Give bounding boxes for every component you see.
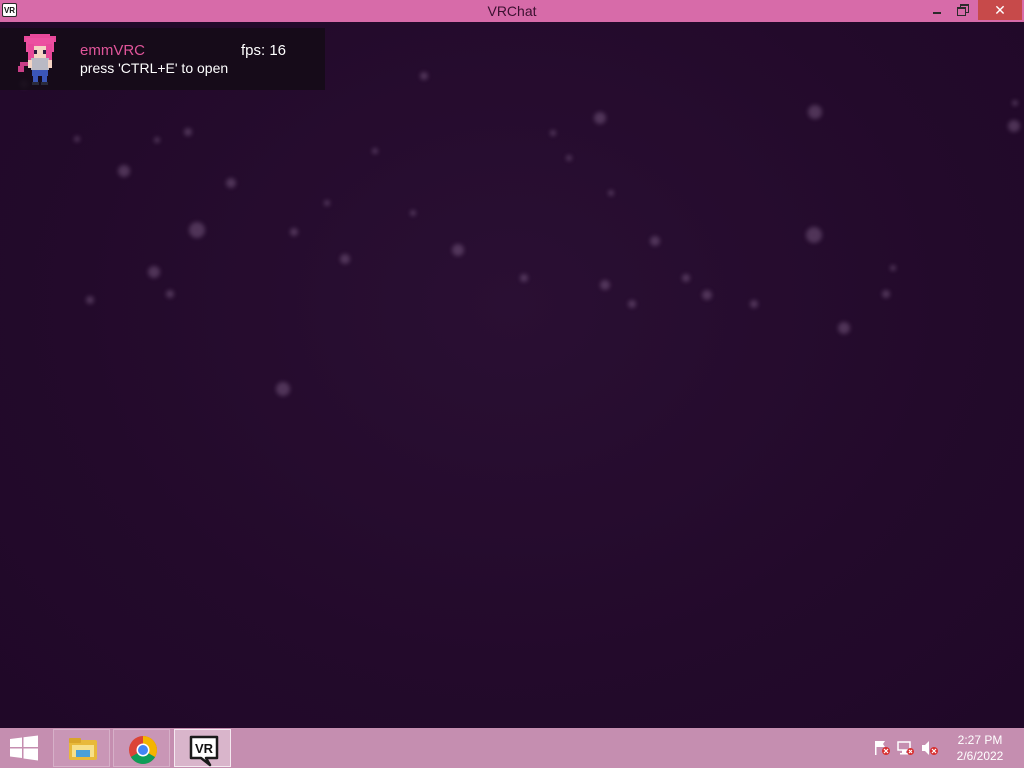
dust-particle bbox=[808, 105, 822, 119]
dust-particle bbox=[750, 300, 758, 308]
vrchat-icon: VR bbox=[189, 735, 219, 767]
dust-particle bbox=[838, 322, 850, 334]
dust-particle bbox=[1008, 120, 1020, 132]
taskbar-file-explorer-button[interactable] bbox=[53, 729, 110, 767]
dust-particle bbox=[1012, 100, 1018, 106]
dust-particle bbox=[324, 200, 330, 206]
taskbar-vrchat-button[interactable]: VR bbox=[174, 729, 231, 767]
dust-particle bbox=[650, 236, 660, 246]
dust-particle bbox=[608, 190, 614, 196]
dust-particle bbox=[594, 112, 606, 124]
taskbar: VR 2:27 PM 2/6/2022 bbox=[0, 728, 1024, 768]
restore-button[interactable] bbox=[950, 0, 976, 20]
window-title: VRChat bbox=[487, 3, 537, 19]
clock-time: 2:27 PM bbox=[957, 733, 1003, 747]
restore-icon-front bbox=[957, 7, 966, 16]
dust-particle bbox=[226, 178, 236, 188]
dust-particle bbox=[600, 280, 610, 290]
dust-particle bbox=[566, 155, 572, 161]
dust-particle bbox=[806, 227, 822, 243]
dust-particle bbox=[148, 266, 160, 278]
open-menu-hint: press 'CTRL+E' to open bbox=[80, 60, 229, 76]
dust-particle bbox=[882, 290, 890, 298]
title-bar[interactable]: VR VRChat ✕ bbox=[0, 0, 1024, 22]
close-button[interactable]: ✕ bbox=[978, 0, 1022, 20]
dust-particle bbox=[86, 296, 94, 304]
volume-muted-icon[interactable] bbox=[921, 740, 939, 756]
folder-icon bbox=[69, 738, 97, 760]
dust-particle bbox=[290, 228, 298, 236]
dust-particle bbox=[340, 254, 350, 264]
dust-particle bbox=[372, 148, 378, 154]
dust-particle bbox=[74, 136, 80, 142]
minimize-icon bbox=[933, 12, 941, 14]
dust-particle bbox=[276, 382, 290, 396]
fps-counter: fps: 16 bbox=[241, 42, 287, 59]
dust-particle bbox=[184, 128, 192, 136]
dust-particle bbox=[410, 210, 416, 216]
taskbar-chrome-button[interactable] bbox=[113, 729, 170, 767]
vrchat-icon-label: VR bbox=[195, 741, 214, 756]
dust-particle bbox=[189, 222, 205, 238]
dust-particle bbox=[890, 265, 896, 271]
network-icon[interactable] bbox=[897, 740, 915, 756]
emmvrc-overlay: emmVRC fps: 16 press 'CTRL+E' to open bbox=[0, 28, 325, 90]
dust-particle bbox=[154, 137, 160, 143]
dust-particle bbox=[520, 274, 528, 282]
action-center-flag-icon[interactable] bbox=[873, 740, 891, 756]
minimize-button[interactable] bbox=[924, 0, 950, 20]
clock-date: 2/6/2022 bbox=[956, 749, 1004, 763]
dust-particle bbox=[118, 165, 130, 177]
windows-start-icon[interactable] bbox=[8, 734, 40, 762]
dust-particle bbox=[702, 290, 712, 300]
mod-name-label: emmVRC bbox=[80, 42, 146, 59]
dust-particle bbox=[420, 72, 428, 80]
chrome-icon bbox=[129, 736, 157, 764]
avatar-sprite-icon bbox=[18, 34, 56, 85]
dust-particle bbox=[166, 290, 174, 298]
dust-particle bbox=[628, 300, 636, 308]
dust-particle bbox=[682, 274, 690, 282]
vrchat-window: VR VRChat ✕ emmVRC fps: 16 press 'CTRL+E… bbox=[0, 0, 1024, 728]
dust-particle bbox=[452, 244, 464, 256]
game-viewport[interactable]: emmVRC fps: 16 press 'CTRL+E' to open bbox=[0, 22, 1024, 728]
dust-particle bbox=[550, 130, 556, 136]
system-clock[interactable]: 2:27 PM 2/6/2022 bbox=[950, 732, 1010, 764]
